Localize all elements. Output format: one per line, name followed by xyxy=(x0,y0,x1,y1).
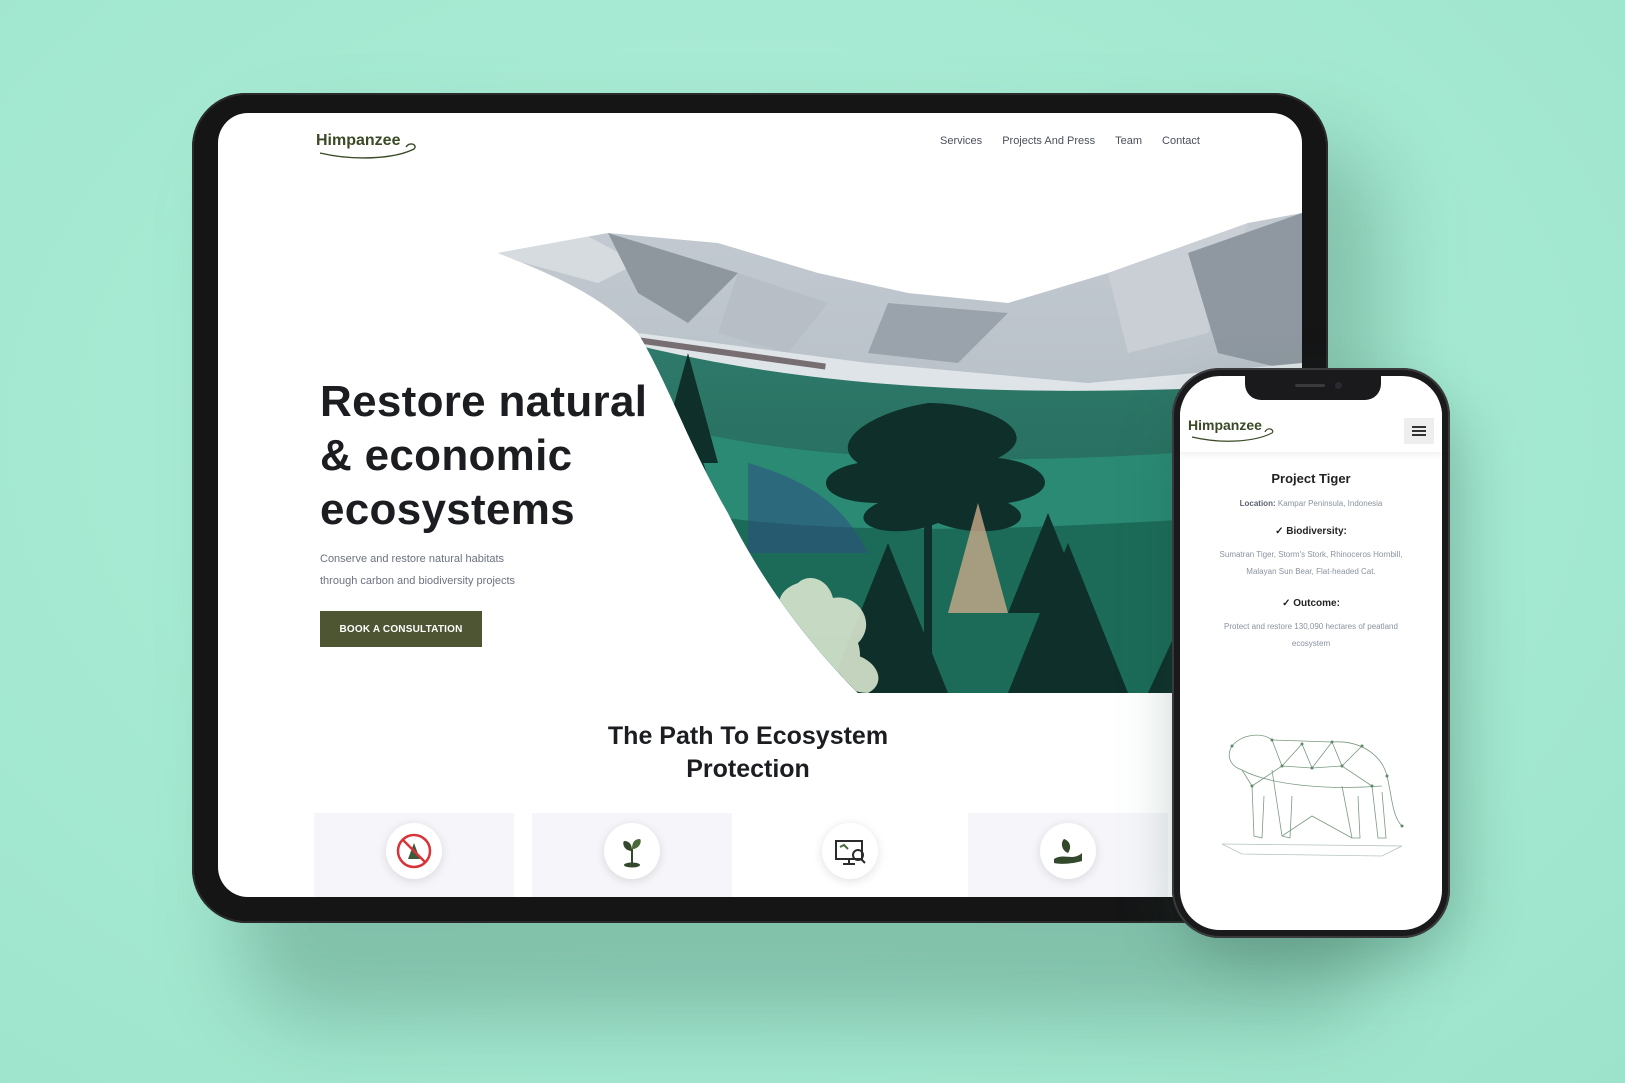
tiger-wireframe-illustration xyxy=(1221,734,1404,857)
logo-swoosh-icon xyxy=(319,143,416,159)
logo-swoosh-icon xyxy=(1191,428,1274,442)
hero-title-line: & economic xyxy=(320,431,573,480)
tablet-device: Himpanzee Services Projects And Press Te… xyxy=(192,93,1328,923)
hero-title-line: ecosystems xyxy=(320,485,575,534)
biodiversity-line: Malayan Sun Bear, Flat-headed Cat. xyxy=(1246,567,1376,576)
biodiversity-line: Sumatran Tiger, Storm's Stork, Rhinocero… xyxy=(1219,550,1403,559)
nav-contact[interactable]: Contact xyxy=(1162,135,1200,147)
camera-icon xyxy=(1335,382,1342,389)
path-card[interactable] xyxy=(314,813,514,897)
project-title: Project Tiger xyxy=(1271,471,1351,486)
speaker-icon xyxy=(1295,384,1325,387)
hero-title-line: Restore natural xyxy=(320,377,648,426)
hand-leaf-icon xyxy=(1040,823,1096,879)
brand-logo[interactable]: Himpanzee xyxy=(1188,414,1288,442)
phone-device: Himpanzee Project Tiger Location: Kampar… xyxy=(1172,368,1450,938)
phone-notch xyxy=(1245,376,1381,400)
no-deforestation-icon xyxy=(386,823,442,879)
hamburger-menu-icon[interactable] xyxy=(1404,418,1434,444)
hero-subtitle: Conserve and restore natural habitats th… xyxy=(320,548,560,592)
monitoring-screen-icon xyxy=(822,823,878,879)
path-title-line: Protection xyxy=(686,755,810,783)
biodiversity-label: Biodiversity: xyxy=(1286,526,1347,537)
biodiversity-text: Sumatran Tiger, Storm's Stork, Rhinocero… xyxy=(1196,546,1426,580)
path-card[interactable] xyxy=(750,813,950,897)
hero-title: Restore natural & economic ecosystems xyxy=(320,375,660,537)
outcome-line: ecosystem xyxy=(1291,639,1331,648)
path-title-line: The Path To Ecosystem xyxy=(607,722,889,750)
checkmark-icon: ✓ xyxy=(1275,526,1284,537)
tablet-screen: Himpanzee Services Projects And Press Te… xyxy=(218,113,1302,897)
biodiversity-heading: ✓ Biodiversity: xyxy=(1180,526,1442,537)
brand-logo[interactable]: Himpanzee xyxy=(314,127,434,159)
hero-subtitle-line: through carbon and biodiversity projects xyxy=(320,575,516,587)
outcome-text: Protect and restore 130,090 hectares of … xyxy=(1196,618,1426,652)
sprouting-plant-icon xyxy=(604,823,660,879)
outcome-label: Outcome: xyxy=(1293,598,1340,609)
outcome-heading: ✓ Outcome: xyxy=(1180,598,1442,609)
hero-subtitle-line: Conserve and restore natural habitats xyxy=(320,553,505,565)
outcome-line: Protect and restore 130,090 hectares of … xyxy=(1224,622,1398,631)
nav-projects-and-press[interactable]: Projects And Press xyxy=(1002,135,1095,147)
location-label: Location: xyxy=(1239,499,1276,508)
phone-screen: Himpanzee Project Tiger Location: Kampar… xyxy=(1180,376,1442,930)
main-nav: Services Projects And Press Team Contact xyxy=(940,135,1200,147)
location-value: Kampar Peninsula, Indonesia xyxy=(1277,499,1383,508)
nav-services[interactable]: Services xyxy=(940,135,982,147)
path-section-title: The Path To Ecosystem Protection xyxy=(538,720,958,786)
path-card[interactable] xyxy=(532,813,732,897)
path-card[interactable] xyxy=(968,813,1168,897)
book-consultation-button[interactable]: BOOK A CONSULTATION xyxy=(320,611,482,647)
nav-team[interactable]: Team xyxy=(1115,135,1142,147)
project-location: Location: Kampar Peninsula, Indonesia xyxy=(1180,499,1442,508)
checkmark-icon: ✓ xyxy=(1282,598,1291,609)
phone-header: Himpanzee xyxy=(1180,406,1442,452)
